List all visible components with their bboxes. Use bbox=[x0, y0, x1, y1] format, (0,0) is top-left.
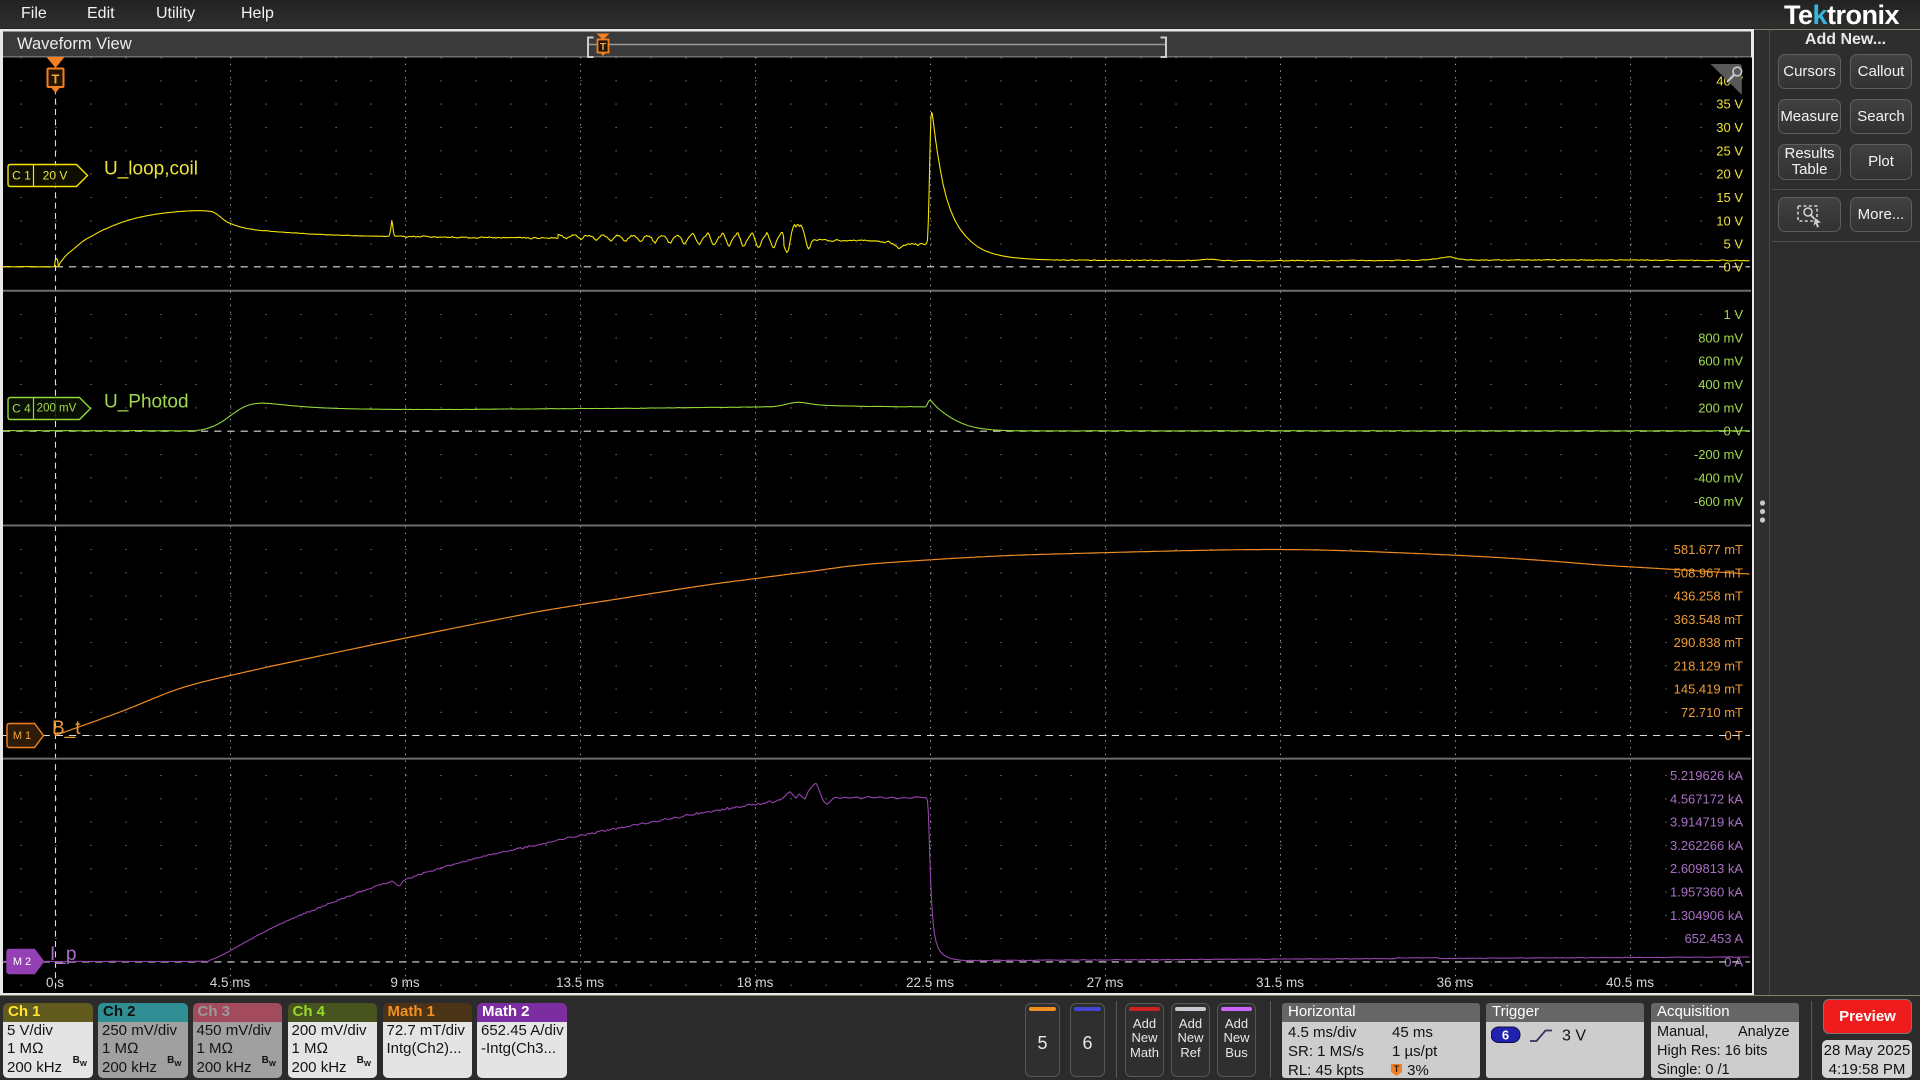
svg-text:72.710 mT: 72.710 mT bbox=[1681, 705, 1743, 720]
svg-text:3.914719 kA: 3.914719 kA bbox=[1670, 815, 1743, 830]
svg-text:363.548 mT: 363.548 mT bbox=[1674, 612, 1743, 627]
svg-text:13.5 ms: 13.5 ms bbox=[556, 975, 604, 990]
svg-text:C 1: C 1 bbox=[12, 169, 31, 183]
svg-text:U_loop,coil: U_loop,coil bbox=[104, 159, 198, 180]
svg-text:30 V: 30 V bbox=[1716, 120, 1743, 135]
svg-text:22.5 ms: 22.5 ms bbox=[906, 975, 954, 990]
svg-text:U_Photod: U_Photod bbox=[104, 392, 189, 413]
svg-text:Waveform View: Waveform View bbox=[17, 35, 132, 53]
svg-text:200 mV: 200 mV bbox=[37, 403, 77, 415]
svg-text:400 mV: 400 mV bbox=[1698, 377, 1743, 392]
svg-text:T: T bbox=[600, 42, 606, 53]
svg-text:-200 mV: -200 mV bbox=[1694, 447, 1743, 462]
svg-text:I_p: I_p bbox=[50, 944, 76, 965]
svg-text:218.129 mT: 218.129 mT bbox=[1674, 658, 1743, 673]
svg-text:4.5 ms: 4.5 ms bbox=[210, 975, 251, 990]
svg-text:-400 mV: -400 mV bbox=[1694, 470, 1743, 485]
svg-text:290.838 mT: 290.838 mT bbox=[1674, 635, 1743, 650]
svg-text:B_t: B_t bbox=[52, 718, 81, 739]
svg-text:6: 6 bbox=[1502, 1027, 1509, 1042]
svg-text:35 V: 35 V bbox=[1716, 97, 1743, 112]
svg-text:20 V: 20 V bbox=[43, 169, 68, 183]
svg-text:200 mV: 200 mV bbox=[1698, 400, 1743, 415]
svg-text:145.419 mT: 145.419 mT bbox=[1674, 682, 1743, 697]
svg-text:0 s: 0 s bbox=[46, 975, 64, 990]
svg-text:581.677 mT: 581.677 mT bbox=[1674, 542, 1743, 557]
svg-text:C 4: C 4 bbox=[12, 402, 31, 416]
svg-text:600 mV: 600 mV bbox=[1698, 354, 1743, 369]
svg-text:15 V: 15 V bbox=[1716, 190, 1743, 205]
svg-text:1 V: 1 V bbox=[1723, 307, 1743, 322]
svg-text:31.5 ms: 31.5 ms bbox=[1256, 975, 1304, 990]
svg-text:T: T bbox=[1394, 1064, 1400, 1074]
svg-text:5 V: 5 V bbox=[1723, 237, 1743, 252]
svg-text:18 ms: 18 ms bbox=[737, 975, 774, 990]
svg-text:36 ms: 36 ms bbox=[1437, 975, 1474, 990]
svg-text:2.609813 kA: 2.609813 kA bbox=[1670, 861, 1743, 876]
svg-text:1.957360 kA: 1.957360 kA bbox=[1670, 885, 1743, 900]
svg-text:436.258 mT: 436.258 mT bbox=[1674, 589, 1743, 604]
svg-text:5.219626 kA: 5.219626 kA bbox=[1670, 768, 1743, 783]
svg-text:1.304906 kA: 1.304906 kA bbox=[1670, 908, 1743, 923]
svg-text:3.262266 kA: 3.262266 kA bbox=[1670, 838, 1743, 853]
svg-text:4.567172 kA: 4.567172 kA bbox=[1670, 791, 1743, 806]
svg-text:3 V: 3 V bbox=[1562, 1027, 1586, 1044]
svg-text:9 ms: 9 ms bbox=[390, 975, 420, 990]
svg-text:M 1: M 1 bbox=[13, 730, 31, 742]
svg-text:800 mV: 800 mV bbox=[1698, 330, 1743, 345]
svg-text:25 V: 25 V bbox=[1716, 143, 1743, 158]
svg-text:10 V: 10 V bbox=[1716, 213, 1743, 228]
svg-text:27 ms: 27 ms bbox=[1087, 975, 1124, 990]
svg-text:-600 mV: -600 mV bbox=[1694, 494, 1743, 509]
svg-text:652.453 A: 652.453 A bbox=[1684, 931, 1743, 946]
svg-text:T: T bbox=[52, 71, 60, 86]
svg-text:M 2: M 2 bbox=[13, 956, 31, 968]
svg-text:40.5 ms: 40.5 ms bbox=[1606, 975, 1654, 990]
svg-text:20 V: 20 V bbox=[1716, 167, 1743, 182]
